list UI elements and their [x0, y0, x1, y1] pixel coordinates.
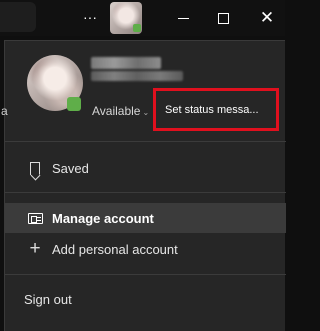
- presence-dropdown[interactable]: Available ⌄: [92, 104, 149, 118]
- maximize-icon: [217, 12, 229, 24]
- add-account-label: Add personal account: [52, 241, 178, 257]
- manage-account-menu-item[interactable]: Manage account: [5, 203, 286, 233]
- more-options-icon[interactable]: ···: [79, 6, 101, 28]
- titlebar-avatar[interactable]: [110, 2, 142, 34]
- minimize-button[interactable]: [171, 6, 195, 30]
- divider: [5, 192, 286, 193]
- id-card-icon: [27, 210, 43, 226]
- saved-label: Saved: [52, 160, 89, 176]
- clipped-text: a: [1, 104, 8, 118]
- set-status-message-button[interactable]: Set status messa...: [165, 104, 259, 116]
- sign-out-label: Sign out: [24, 291, 72, 307]
- available-status-icon: [67, 97, 81, 111]
- divider: [5, 141, 286, 142]
- divider: [5, 274, 286, 275]
- add-personal-account-menu-item[interactable]: + Add personal account: [5, 234, 286, 264]
- close-button[interactable]: ✕: [255, 6, 279, 30]
- bookmark-icon: [27, 160, 43, 176]
- search-box[interactable]: [0, 2, 36, 32]
- plus-icon: +: [29, 238, 41, 259]
- user-name-redacted: [91, 57, 161, 69]
- user-email-redacted: [91, 71, 183, 81]
- presence-label: Available: [92, 104, 141, 118]
- manage-account-label: Manage account: [52, 210, 154, 226]
- sign-out-menu-item[interactable]: Sign out: [5, 284, 286, 314]
- account-menu-panel: a Available ⌄ Set status messa... Saved M…: [1, 40, 286, 331]
- chevron-down-icon: ⌄: [142, 108, 150, 117]
- saved-menu-item[interactable]: Saved: [5, 153, 286, 183]
- presence-dot-icon: [133, 24, 141, 32]
- minimize-icon: [177, 17, 189, 19]
- title-bar: ··· ✕: [0, 0, 285, 36]
- maximize-button[interactable]: [211, 6, 235, 30]
- close-icon: ✕: [259, 8, 275, 27]
